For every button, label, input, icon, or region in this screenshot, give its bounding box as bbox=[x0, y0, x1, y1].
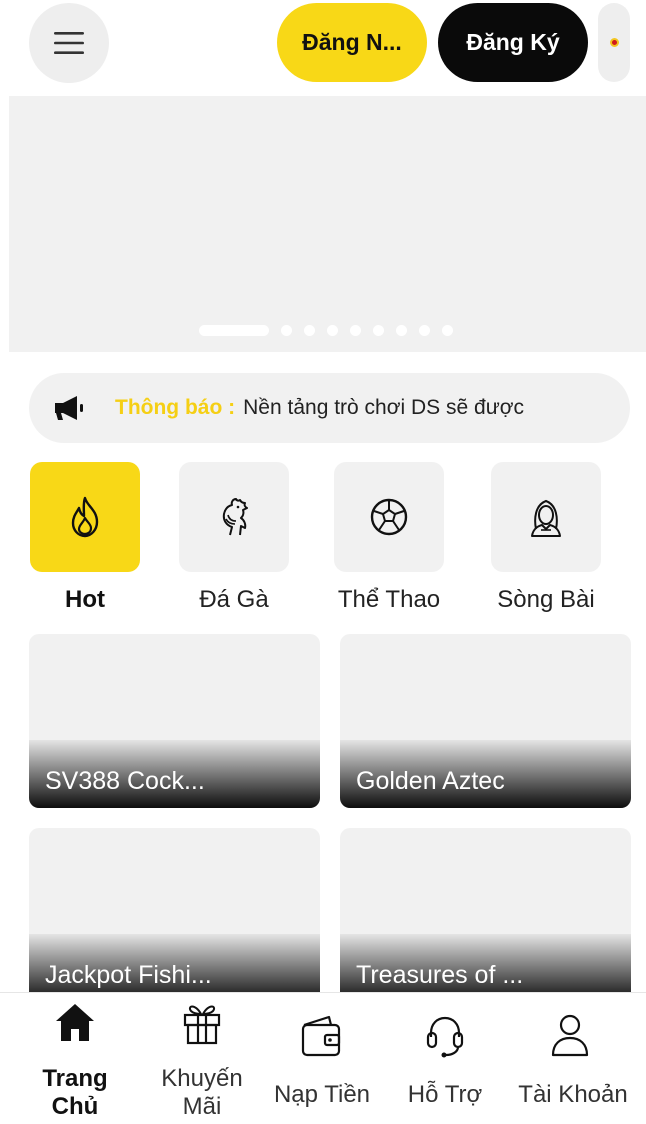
category-hot[interactable]: Hot bbox=[29, 462, 141, 614]
top-header: Đăng N... Đăng Ký bbox=[0, 0, 646, 92]
carousel-indicators bbox=[199, 325, 453, 336]
soccer-ball-icon bbox=[370, 498, 408, 536]
nav-label: Khuyến Mãi bbox=[161, 1065, 243, 1120]
nav-label: Trang Chủ bbox=[42, 1065, 108, 1120]
game-title: Jackpot Fishi... bbox=[45, 961, 212, 989]
carousel-dot[interactable] bbox=[442, 325, 453, 336]
game-card[interactable]: Golden Aztec bbox=[340, 634, 631, 808]
bottom-navigation: Trang Chủ Khuyến Mãi Nạp Tiền Hỗ Trợ Tài… bbox=[0, 992, 646, 1124]
rooster-icon bbox=[222, 498, 248, 536]
carousel-dot[interactable] bbox=[281, 325, 292, 336]
flag-icon bbox=[609, 38, 619, 47]
wallet-icon bbox=[301, 1015, 341, 1057]
user-icon bbox=[551, 1014, 589, 1057]
register-button[interactable]: Đăng Ký bbox=[438, 3, 588, 82]
carousel-dot[interactable] bbox=[396, 325, 407, 336]
login-button[interactable]: Đăng N... bbox=[277, 3, 427, 82]
carousel-dot[interactable] bbox=[350, 325, 361, 336]
category-tile bbox=[30, 462, 140, 572]
category-label: Thể Thao bbox=[337, 586, 441, 613]
headset-icon bbox=[426, 1016, 464, 1058]
game-card[interactable]: SV388 Cock... bbox=[29, 634, 320, 808]
announcement-bar[interactable]: Thông báo : Nền tảng trò chơi DS sẽ được bbox=[29, 373, 630, 443]
home-icon bbox=[56, 1004, 94, 1041]
category-sports[interactable]: Thể Thao bbox=[333, 462, 445, 614]
category-label: Đá Gà bbox=[199, 586, 269, 613]
category-label: Sòng Bài bbox=[497, 586, 595, 613]
hamburger-menu-icon bbox=[54, 32, 84, 54]
language-button[interactable] bbox=[598, 3, 630, 82]
game-title: SV388 Cock... bbox=[45, 767, 205, 795]
nav-label: Tài Khoản bbox=[518, 1081, 628, 1108]
announcement-text: Nền tảng trò chơi DS sẽ được bbox=[243, 396, 525, 419]
carousel-dot[interactable] bbox=[327, 325, 338, 336]
nav-item-home[interactable]: Trang Chủ bbox=[0, 993, 150, 1124]
nav-label: Hỗ Trợ bbox=[407, 1081, 483, 1108]
carousel-dot[interactable] bbox=[304, 325, 315, 336]
megaphone-icon bbox=[55, 396, 83, 420]
menu-button[interactable] bbox=[29, 3, 109, 83]
nav-label: Nạp Tiền bbox=[273, 1081, 371, 1108]
category-casino[interactable]: Sòng Bài bbox=[490, 462, 602, 614]
category-tile bbox=[334, 462, 444, 572]
announcement-label: Thông báo : bbox=[115, 396, 236, 419]
carousel-dot-active[interactable] bbox=[199, 325, 269, 336]
game-card[interactable]: Jackpot Fishi... bbox=[29, 828, 320, 1002]
nav-item-deposit[interactable]: Nạp Tiền bbox=[254, 993, 390, 1124]
game-title: Golden Aztec bbox=[356, 767, 505, 795]
category-label: Hot bbox=[65, 586, 105, 613]
nav-item-account[interactable]: Tài Khoản bbox=[500, 993, 646, 1124]
nav-item-support[interactable]: Hỗ Trợ bbox=[390, 993, 500, 1124]
nav-item-promotions[interactable]: Khuyến Mãi bbox=[150, 993, 254, 1124]
category-tile bbox=[491, 462, 601, 572]
gift-icon bbox=[183, 1005, 221, 1045]
carousel-dot[interactable] bbox=[419, 325, 430, 336]
game-title: Treasures of ... bbox=[356, 961, 524, 989]
category-cockfight[interactable]: Đá Gà bbox=[178, 462, 290, 614]
dealer-icon bbox=[531, 499, 561, 537]
promo-banner-carousel[interactable] bbox=[9, 96, 646, 352]
flame-icon bbox=[71, 496, 99, 538]
category-tile bbox=[179, 462, 289, 572]
carousel-dot[interactable] bbox=[373, 325, 384, 336]
game-card[interactable]: Treasures of ... bbox=[340, 828, 631, 1002]
